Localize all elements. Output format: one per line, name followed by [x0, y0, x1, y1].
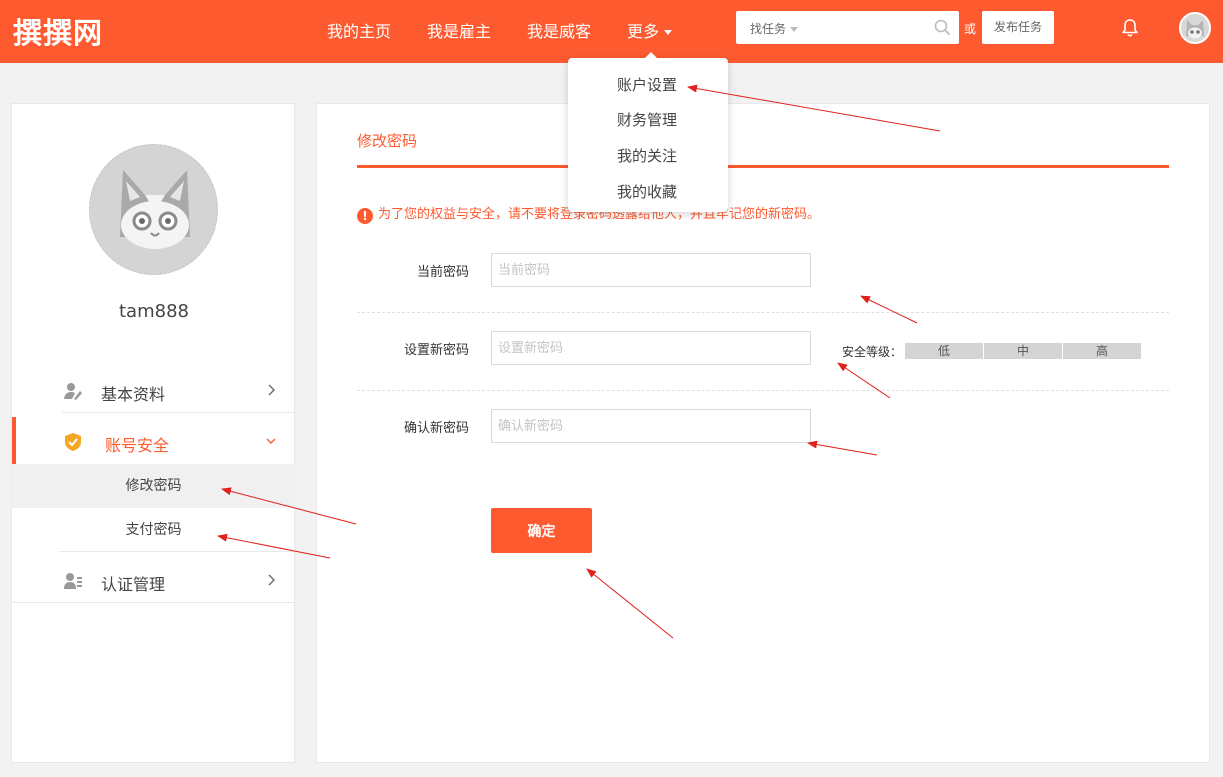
new-password-input[interactable] [491, 331, 811, 365]
nav-employer[interactable]: 我是雇主 [427, 18, 491, 42]
search-type-label: 找任务 [750, 22, 787, 36]
sidebar-item-account-security[interactable]: 账号安全 [12, 417, 296, 467]
or-text: 或 [964, 22, 977, 36]
user-avatar[interactable] [1179, 12, 1211, 44]
submenu-change-password[interactable]: 修改密码 [12, 464, 295, 508]
caret-down-icon [664, 30, 673, 35]
new-password-label: 设置新密码 [403, 343, 469, 358]
tab-change-password[interactable]: 修改密码 [357, 130, 417, 151]
dropdown-item-account-settings[interactable]: 账户设置 [617, 74, 677, 95]
sidebar-item-basic-info[interactable]: 基本资料 [12, 366, 296, 416]
strength-medium: 中 [984, 343, 1062, 359]
cat-avatar-icon [120, 170, 190, 249]
shield-check-icon [65, 433, 81, 451]
profile-avatar[interactable] [89, 144, 218, 275]
sidebar: tam888 基本资料 账号安全 修改密码 支付密码 认证管理 [11, 103, 295, 763]
chevron-right-icon [268, 384, 275, 396]
sidebar-item-label: 认证管理 [101, 575, 166, 594]
username: tam888 [119, 301, 189, 322]
divider [59, 551, 295, 552]
divider [357, 312, 1169, 313]
nav-my-home[interactable]: 我的主页 [327, 18, 391, 42]
id-card-icon [64, 573, 82, 589]
search-icon[interactable] [934, 19, 951, 36]
search-type-select[interactable]: 找任务 [750, 20, 799, 37]
more-dropdown-menu: 账户设置 财务管理 我的关注 我的收藏 [568, 52, 728, 212]
chevron-down-icon [266, 438, 276, 444]
main-panel: 修改密码 ! 为了您的权益与安全，请不要将登录密码透露给他人，并且牢记您的新密码。… [316, 103, 1210, 763]
current-password-label: 当前密码 [416, 265, 469, 280]
caret-down-icon [790, 27, 799, 32]
dropdown-item-following[interactable]: 我的关注 [617, 145, 677, 166]
search-box[interactable]: 找任务 [736, 11, 959, 44]
strength-label: 安全等级： [842, 345, 903, 359]
divider [12, 602, 295, 603]
cat-avatar-icon [1186, 20, 1204, 39]
sidebar-item-label: 账号安全 [105, 436, 170, 455]
dropdown-item-finance[interactable]: 财务管理 [617, 109, 677, 130]
top-header: 撰撰网 我的主页 我是雇主 我是威客 更多 找任务 或 发布任务 [0, 0, 1223, 63]
strength-low: 低 [905, 343, 983, 359]
tab-underline [357, 165, 1169, 168]
site-logo[interactable]: 撰撰网 [13, 10, 103, 52]
chevron-right-icon [268, 574, 275, 586]
nav-more-label: 更多 [627, 22, 660, 41]
user-edit-icon [64, 383, 82, 400]
exclamation-icon: ! [357, 208, 373, 224]
divider [357, 390, 1169, 391]
submenu-pay-password[interactable]: 支付密码 [12, 508, 295, 552]
current-password-input[interactable] [491, 253, 811, 287]
confirm-password-label: 确认新密码 [403, 421, 469, 436]
nav-more[interactable]: 更多 [627, 18, 673, 42]
password-strength-meter: 低 中 高 [905, 343, 1142, 359]
dropdown-item-favorites[interactable]: 我的收藏 [617, 181, 677, 202]
nav-freelancer[interactable]: 我是威客 [527, 18, 591, 42]
strength-high: 高 [1063, 343, 1141, 359]
bell-icon[interactable] [1121, 18, 1139, 38]
sidebar-item-auth-management[interactable]: 认证管理 [12, 556, 296, 606]
confirm-password-input[interactable] [491, 409, 811, 443]
sidebar-item-label: 基本资料 [101, 385, 166, 404]
confirm-button[interactable]: 确定 [491, 508, 592, 553]
publish-task-button[interactable]: 发布任务 [982, 11, 1054, 44]
divider [62, 412, 295, 413]
